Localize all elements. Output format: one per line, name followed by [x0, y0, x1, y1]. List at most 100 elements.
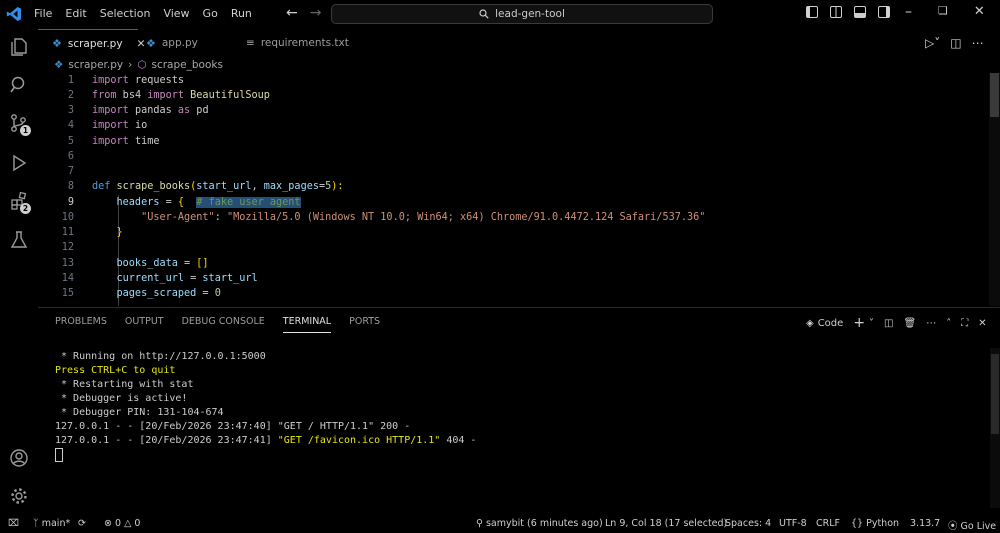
menu-edit[interactable]: Edit	[65, 7, 86, 20]
chevron-down-icon[interactable]: ˅	[869, 318, 874, 329]
run-python-icon[interactable]: ▷˅	[925, 36, 940, 50]
more-actions-icon[interactable]: ⋯	[972, 36, 984, 50]
terminal-shell-icon: ◈	[806, 317, 814, 329]
code-line: books_data = []	[92, 258, 209, 269]
new-terminal-icon[interactable]: +	[853, 315, 865, 331]
toggle-secondary-sidebar-icon[interactable]	[878, 6, 890, 18]
close-tab-icon[interactable]: ✕	[137, 38, 146, 50]
tab-label: app.py	[161, 37, 198, 49]
python-file-icon: ❖	[54, 59, 64, 71]
language-mode[interactable]: {} Python	[851, 518, 899, 529]
close-panel-icon[interactable]: ✕	[978, 318, 986, 329]
line-number: 14	[61, 273, 74, 284]
tab-terminal[interactable]: TERMINAL	[282, 316, 332, 333]
menu-go[interactable]: Go	[203, 7, 218, 20]
explorer-icon[interactable]	[9, 37, 29, 57]
maximize-panel-icon[interactable]: ⛶	[961, 318, 968, 329]
editor-scrollbar[interactable]	[989, 73, 1000, 306]
line-number: 12	[61, 242, 74, 253]
git-blame[interactable]: ⚲ samybit (6 minutes ago)	[476, 518, 603, 529]
terminal-cursor	[55, 448, 63, 462]
go-live[interactable]: ⦿ Go Live	[948, 518, 996, 532]
terminal-line: 127.0.0.1 - - [20/Feb/2026 23:47:40] "GE…	[55, 421, 411, 432]
chevron-up-icon[interactable]: ˄	[946, 318, 951, 329]
minimize-icon[interactable]: –	[905, 4, 912, 20]
chevron-right-icon: ›	[128, 59, 133, 71]
toggle-panel-icon[interactable]	[854, 6, 866, 18]
terminal-shell-label[interactable]: Code	[818, 318, 844, 329]
split-terminal-icon[interactable]: ◫	[884, 318, 893, 329]
tab-app-py[interactable]: ❖ app.py	[146, 29, 198, 57]
trash-icon[interactable]: 🗑	[904, 318, 917, 329]
git-branch-icon: ᛉ	[33, 518, 42, 529]
breadcrumb-file[interactable]: scraper.py	[68, 59, 123, 71]
menu-selection[interactable]: Selection	[100, 7, 151, 20]
terminal-output[interactable]: * Running on http://127.0.0.1:5000 Press…	[55, 350, 476, 463]
menu-file[interactable]: File	[34, 7, 52, 20]
code-line: import time	[92, 136, 160, 147]
error-icon: ⊗	[104, 518, 112, 529]
breadcrumb-symbol[interactable]: scrape_books	[152, 59, 223, 71]
scrollbar-thumb[interactable]	[990, 73, 999, 117]
testing-flask-icon[interactable]	[9, 230, 29, 250]
line-number: 6	[67, 151, 74, 162]
code-editor[interactable]: 1 2 3 4 5 6 7 8 9 10 11 12 13 14 15 impo…	[38, 73, 990, 306]
menu-run[interactable]: Run	[231, 7, 252, 20]
split-editor-icon[interactable]: ◫	[950, 36, 961, 50]
line-number: 5	[67, 136, 74, 147]
run-debug-icon[interactable]	[9, 153, 29, 173]
breadcrumb: ❖ scraper.py › ⬡ scrape_books	[54, 58, 223, 72]
person-icon: ⚲	[476, 518, 486, 529]
text-file-icon: ≡	[246, 37, 255, 49]
back-arrow-icon[interactable]: ←	[286, 5, 298, 21]
settings-gear-icon[interactable]	[9, 486, 29, 506]
command-center-search[interactable]: lead-gen-tool	[331, 4, 713, 24]
terminal-line: Press CTRL+C to quit	[55, 365, 176, 376]
python-version[interactable]: 3.13.7	[910, 518, 940, 529]
tab-requirements-txt[interactable]: ≡ requirements.txt	[246, 29, 349, 57]
broadcast-icon: ⦿	[948, 521, 961, 532]
window-controls: – ❏ ✕	[905, 4, 985, 20]
restore-icon[interactable]: ❏	[938, 4, 948, 20]
forward-arrow-icon[interactable]: →	[310, 5, 322, 21]
menu-bar: File Edit Selection View Go Run	[34, 7, 252, 20]
toggle-primary-sidebar-icon[interactable]	[806, 6, 818, 18]
tab-ports[interactable]: PORTS	[349, 316, 380, 333]
sync-icon[interactable]: ⟳	[78, 518, 86, 529]
tab-output[interactable]: OUTPUT	[125, 316, 164, 333]
line-number: 11	[61, 227, 74, 238]
account-icon[interactable]	[9, 448, 29, 468]
branch-indicator[interactable]: ᛉ main*	[33, 518, 70, 529]
navigation-arrows: ← →	[286, 5, 321, 21]
symbol-method-icon: ⬡	[137, 59, 147, 71]
encoding[interactable]: UTF-8	[779, 518, 807, 529]
search-sidebar-icon[interactable]	[9, 75, 29, 95]
panel-tabs: PROBLEMS OUTPUT DEBUG CONSOLE TERMINAL P…	[55, 316, 380, 333]
line-number: 1	[67, 75, 74, 86]
line-ending[interactable]: CRLF	[816, 518, 840, 529]
scrollbar-thumb[interactable]	[991, 354, 999, 434]
terminal-line: * Running on http://127.0.0.1:5000	[55, 351, 266, 362]
code-line: pages_scraped = 0	[92, 288, 221, 299]
indentation[interactable]: Spaces: 4	[725, 518, 771, 529]
braces-icon: {}	[851, 518, 867, 529]
cursor-position[interactable]: Ln 9, Col 18 (17 selected)	[605, 518, 727, 529]
remote-icon[interactable]: ⌧	[8, 518, 19, 529]
line-number: 13	[61, 258, 74, 269]
layout-split-icon[interactable]	[830, 6, 842, 18]
menu-view[interactable]: View	[163, 7, 189, 20]
more-actions-icon[interactable]: ⋯	[926, 318, 936, 329]
tab-scraper-py[interactable]: ❖ scraper.py ✕	[38, 29, 145, 57]
code-line: }	[116, 227, 123, 238]
code-line: import pandas as pd	[92, 105, 209, 116]
activity-bar: 1 2	[0, 29, 38, 515]
search-icon	[479, 9, 489, 19]
tab-problems[interactable]: PROBLEMS	[55, 316, 107, 333]
close-icon[interactable]: ✕	[974, 4, 985, 20]
vscode-logo-icon	[6, 7, 21, 21]
problems-indicator[interactable]: ⊗ 0 △ 0	[104, 518, 140, 529]
tab-debug-console[interactable]: DEBUG CONSOLE	[182, 316, 265, 333]
code-line: "User-Agent": "Mozilla/5.0 (Windows NT 1…	[141, 212, 706, 223]
terminal-scrollbar[interactable]	[990, 348, 1000, 508]
code-line: current_url = start_url	[92, 273, 258, 284]
